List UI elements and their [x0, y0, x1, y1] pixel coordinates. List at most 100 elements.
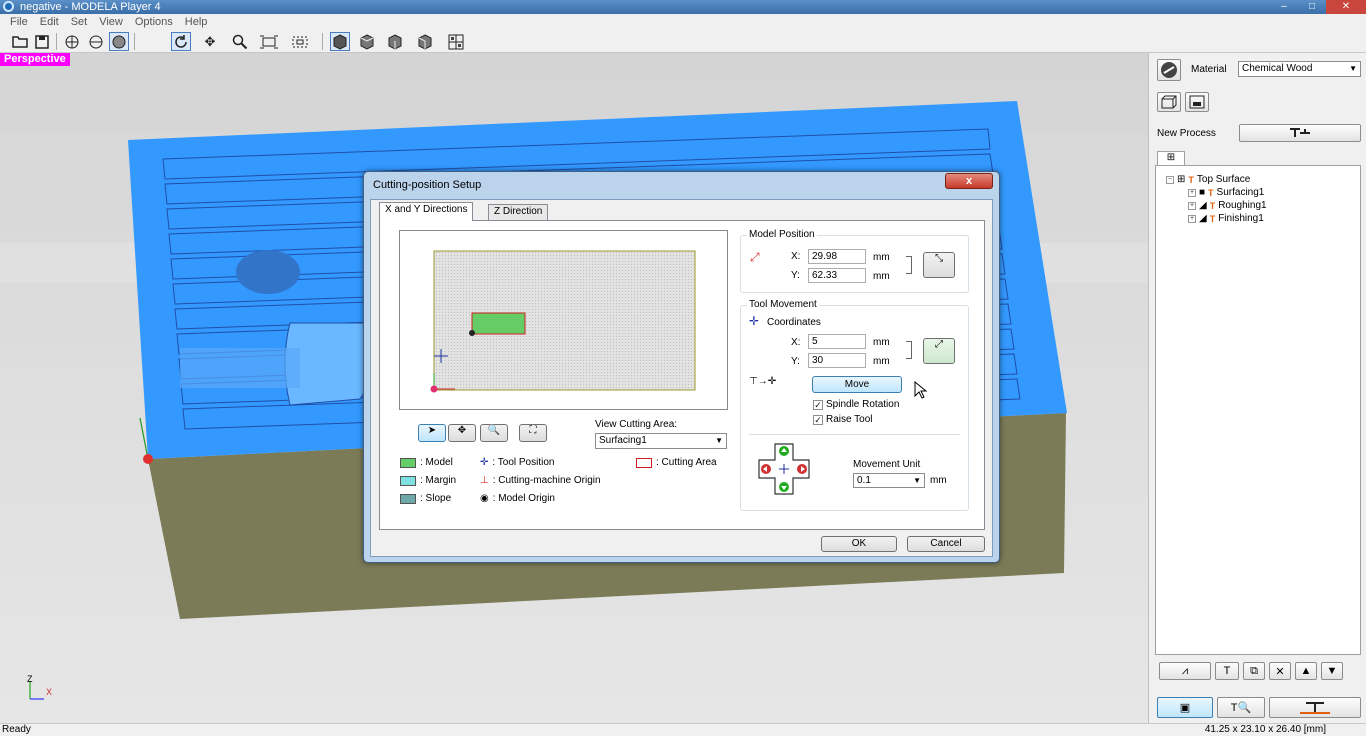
move-right-arrow-icon[interactable]: [795, 462, 809, 476]
view-side-icon[interactable]: [385, 32, 405, 51]
app-icon: [3, 1, 14, 12]
tool-preview-icon[interactable]: T🔍: [1217, 697, 1265, 718]
tool-x-input[interactable]: 5: [808, 334, 866, 349]
legend-slope-label: : Slope: [420, 493, 452, 504]
menu-set[interactable]: Set: [65, 14, 94, 30]
pan-tool-icon[interactable]: ✥: [448, 424, 476, 442]
right-panel: Material Chemical Wood ▼ New Process ⊞ −…: [1148, 53, 1366, 723]
model-area: [471, 312, 526, 335]
tree-item-label: Roughing1: [1218, 200, 1267, 211]
set-tool-position-icon[interactable]: ⤢: [923, 338, 955, 364]
menu-help[interactable]: Help: [179, 14, 214, 30]
fit-window-icon[interactable]: [259, 32, 279, 51]
save-icon[interactable]: [32, 32, 52, 51]
model-size-icon[interactable]: [1157, 92, 1181, 112]
tree-item-roughing[interactable]: + ◢ T Roughing1: [1188, 200, 1267, 211]
move-up-arrow-icon[interactable]: [777, 444, 791, 458]
movement-unit-value: 0.1: [857, 475, 871, 486]
multi-view-icon[interactable]: [446, 32, 466, 51]
raise-tool-checkbox[interactable]: ✓ Raise Tool: [813, 414, 873, 425]
tool-move-icon: ⊤→✛: [749, 376, 777, 387]
open-folder-icon[interactable]: [10, 32, 30, 51]
select-tool-icon[interactable]: ➤: [418, 424, 446, 442]
rotate-icon[interactable]: [171, 32, 191, 51]
view-cutting-area-select[interactable]: Surfacing1 ▼: [595, 433, 727, 449]
movement-unit-label: Movement Unit: [853, 459, 921, 470]
tool-position-icon: ✛: [480, 457, 489, 468]
move-down-icon[interactable]: ▼: [1321, 662, 1343, 680]
preview-icon[interactable]: ▣: [1157, 697, 1213, 718]
minimize-button[interactable]: –: [1270, 0, 1298, 14]
menu-options[interactable]: Options: [129, 14, 179, 30]
maximize-button[interactable]: □: [1298, 0, 1326, 14]
tool-x-unit: mm: [873, 337, 890, 348]
copy-icon[interactable]: ⧉: [1243, 662, 1265, 680]
tool-path-icon[interactable]: ⩘: [1159, 662, 1211, 680]
cutting-position-dialog: Cutting-position Setup x X and Y Directi…: [363, 171, 1000, 563]
movement-unit-select[interactable]: 0.1 ▼: [853, 473, 925, 488]
set-model-position-icon[interactable]: ⤡: [923, 252, 955, 278]
fit-tool-icon[interactable]: ⛶: [519, 424, 547, 442]
tree-root[interactable]: − ⊞ T Top Surface: [1166, 174, 1250, 185]
wireframe-view-icon[interactable]: [62, 32, 82, 51]
new-process-button[interactable]: [1239, 124, 1361, 142]
view-top-icon[interactable]: [415, 32, 435, 51]
movement-cross-pad: [757, 442, 811, 496]
new-process-label: New Process: [1157, 128, 1216, 139]
coordinates-label: Coordinates: [767, 317, 821, 328]
status-dimensions: 41.25 x 23.10 x 26.40 [mm]: [1204, 724, 1326, 735]
material-icon[interactable]: [1157, 59, 1181, 81]
menu-view[interactable]: View: [93, 14, 129, 30]
checkmark-icon: ✓: [813, 399, 823, 410]
model-x-input[interactable]: 29.98: [808, 249, 866, 264]
tool-y-input[interactable]: 30: [808, 353, 866, 368]
zoom-area-icon[interactable]: [290, 32, 310, 51]
model-y-input[interactable]: 62.33: [808, 268, 866, 283]
menu-file[interactable]: File: [4, 14, 34, 30]
move-left-arrow-icon[interactable]: [759, 462, 773, 476]
tree-item-surfacing[interactable]: + ■ T Surfacing1: [1188, 187, 1264, 198]
model-origin-move-icon: ⤢: [750, 250, 760, 264]
zoom-tool-icon[interactable]: 🔍: [480, 424, 508, 442]
move-up-icon[interactable]: ▲: [1295, 662, 1317, 680]
legend-cutting-area-label: : Cutting Area: [656, 457, 717, 468]
ok-button[interactable]: OK: [821, 536, 897, 552]
tree-item-finishing[interactable]: + ◢ T Finishing1: [1188, 213, 1264, 224]
material-label: Material: [1191, 64, 1227, 75]
status-text: Ready: [2, 724, 31, 735]
pan-icon[interactable]: ✥: [200, 32, 220, 51]
tab-xy-directions[interactable]: X and Y Directions: [379, 202, 474, 221]
axis-z-label: Z: [27, 674, 33, 684]
move-down-arrow-icon[interactable]: [777, 480, 791, 494]
close-button[interactable]: ✕: [1326, 0, 1366, 14]
cancel-button[interactable]: Cancel: [907, 536, 985, 552]
spindle-rotation-checkbox[interactable]: ✓ Spindle Rotation: [813, 399, 899, 410]
shaded-view-icon[interactable]: [86, 32, 106, 51]
move-button[interactable]: Move: [812, 376, 902, 393]
view-iso-icon[interactable]: [330, 32, 350, 51]
tool-y-label: Y:: [791, 356, 800, 367]
cursor-icon: [914, 380, 928, 402]
material-select[interactable]: Chemical Wood ▼: [1238, 61, 1361, 77]
menu-edit[interactable]: Edit: [34, 14, 65, 30]
dialog-close-button[interactable]: x: [945, 173, 993, 189]
material-value: Chemical Wood: [1242, 63, 1313, 74]
solid-view-icon[interactable]: [109, 32, 129, 51]
delete-icon[interactable]: ✕: [1269, 662, 1291, 680]
menu-bar: File Edit Set View Options Help: [0, 14, 1366, 30]
edit-process-icon[interactable]: T: [1215, 662, 1239, 680]
legend-cm-origin-label: : Cutting-machine Origin: [492, 475, 601, 486]
toolbar: ✥: [0, 30, 1366, 53]
position-preview[interactable]: [399, 230, 728, 410]
movement-unit-suffix: mm: [930, 475, 947, 486]
cut-icon[interactable]: [1269, 697, 1361, 718]
chevron-down-icon: ▼: [1349, 64, 1357, 73]
dialog-title: Cutting-position Setup: [373, 179, 482, 191]
tab-z-direction[interactable]: Z Direction: [488, 204, 549, 220]
view-front-icon[interactable]: [357, 32, 377, 51]
model-position-icon[interactable]: [1185, 92, 1209, 112]
legend-tool-position: ✛: Tool Position: [480, 457, 554, 468]
tree-item-label: Surfacing1: [1216, 187, 1265, 198]
zoom-icon[interactable]: [230, 32, 250, 51]
legend-cutting-area: : Cutting Area: [636, 457, 717, 468]
